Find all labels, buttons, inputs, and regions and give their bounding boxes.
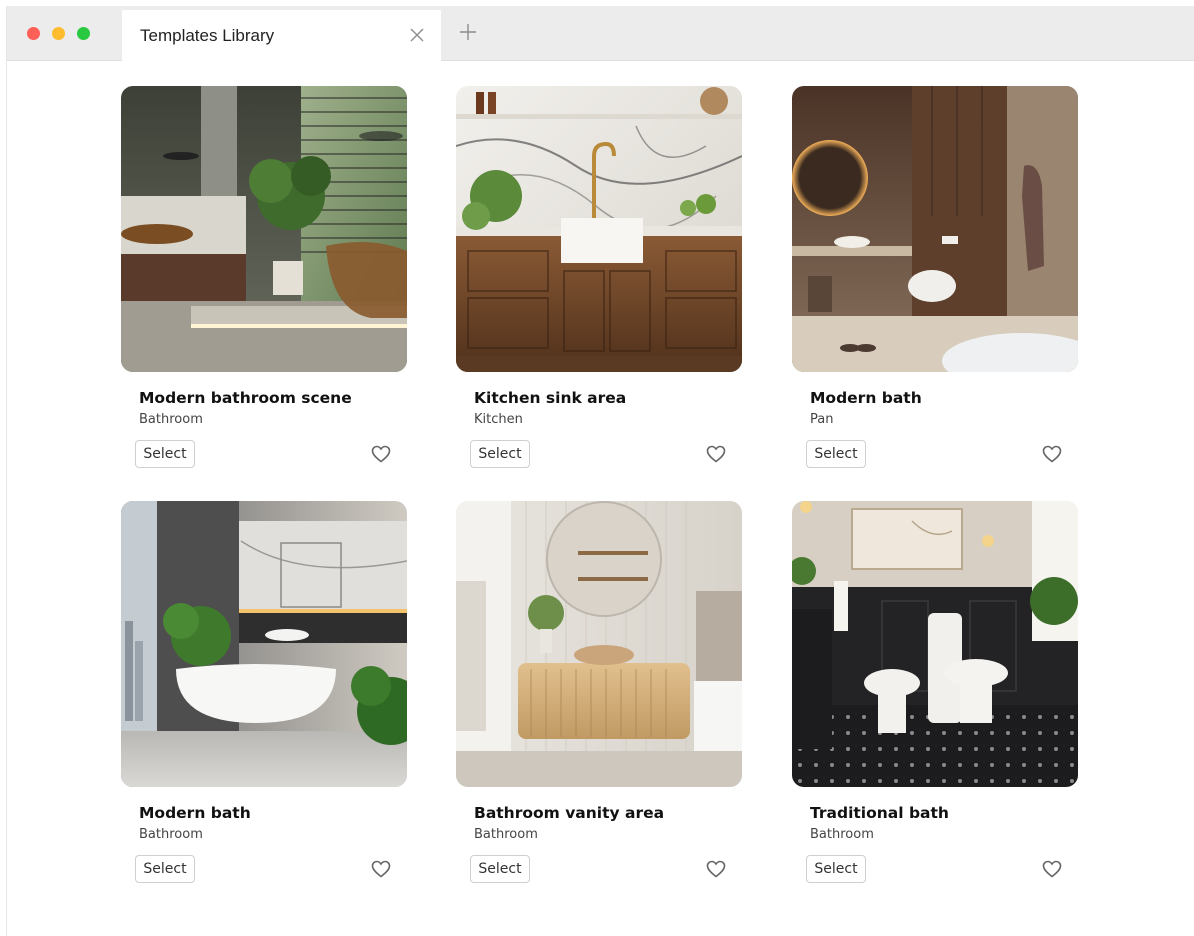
plus-icon[interactable] xyxy=(456,20,480,44)
close-icon[interactable] xyxy=(407,25,427,45)
tab-title: Templates Library xyxy=(140,26,275,45)
select-button[interactable]: Select xyxy=(135,855,195,883)
template-category: Bathroom xyxy=(474,827,538,842)
template-title: Modern bath xyxy=(810,389,922,407)
heart-icon[interactable] xyxy=(706,445,726,463)
window-close-button[interactable] xyxy=(27,27,40,40)
template-title: Modern bathroom scene xyxy=(139,389,352,407)
window-minimize-button[interactable] xyxy=(52,27,65,40)
browser-window: Templates Library Modern bathroom scene … xyxy=(6,6,1194,936)
modern-bath-image xyxy=(792,86,1078,372)
select-button[interactable]: Select xyxy=(470,440,530,468)
heart-icon[interactable] xyxy=(1042,445,1062,463)
select-button[interactable]: Select xyxy=(470,855,530,883)
heart-icon[interactable] xyxy=(1042,860,1062,878)
template-thumbnail[interactable] xyxy=(792,501,1078,787)
bathroom-scene-image xyxy=(121,86,407,372)
heart-icon[interactable] xyxy=(706,860,726,878)
select-button[interactable]: Select xyxy=(806,855,866,883)
template-category: Pan xyxy=(810,412,834,427)
template-thumbnail[interactable] xyxy=(456,86,742,372)
select-button[interactable]: Select xyxy=(135,440,195,468)
template-title: Traditional bath xyxy=(810,804,949,822)
modern-bathtub-image xyxy=(121,501,407,787)
heart-icon[interactable] xyxy=(371,860,391,878)
template-thumbnail[interactable] xyxy=(792,86,1078,372)
template-category: Bathroom xyxy=(810,827,874,842)
select-button[interactable]: Select xyxy=(806,440,866,468)
template-title: Modern bath xyxy=(139,804,251,822)
template-title: Kitchen sink area xyxy=(474,389,627,407)
template-thumbnail[interactable] xyxy=(121,86,407,372)
template-thumbnail[interactable] xyxy=(456,501,742,787)
template-title: Bathroom vanity area xyxy=(474,804,665,822)
window-zoom-button[interactable] xyxy=(77,27,90,40)
tab-templates-library[interactable]: Templates Library xyxy=(122,10,441,61)
bathroom-vanity-image xyxy=(456,501,742,787)
kitchen-sink-image xyxy=(456,86,742,372)
template-category: Kitchen xyxy=(474,412,523,427)
template-category: Bathroom xyxy=(139,412,203,427)
template-category: Bathroom xyxy=(139,827,203,842)
template-thumbnail[interactable] xyxy=(121,501,407,787)
title-bar: Templates Library xyxy=(7,6,1194,61)
heart-icon[interactable] xyxy=(371,445,391,463)
traditional-bath-image xyxy=(792,501,1078,787)
